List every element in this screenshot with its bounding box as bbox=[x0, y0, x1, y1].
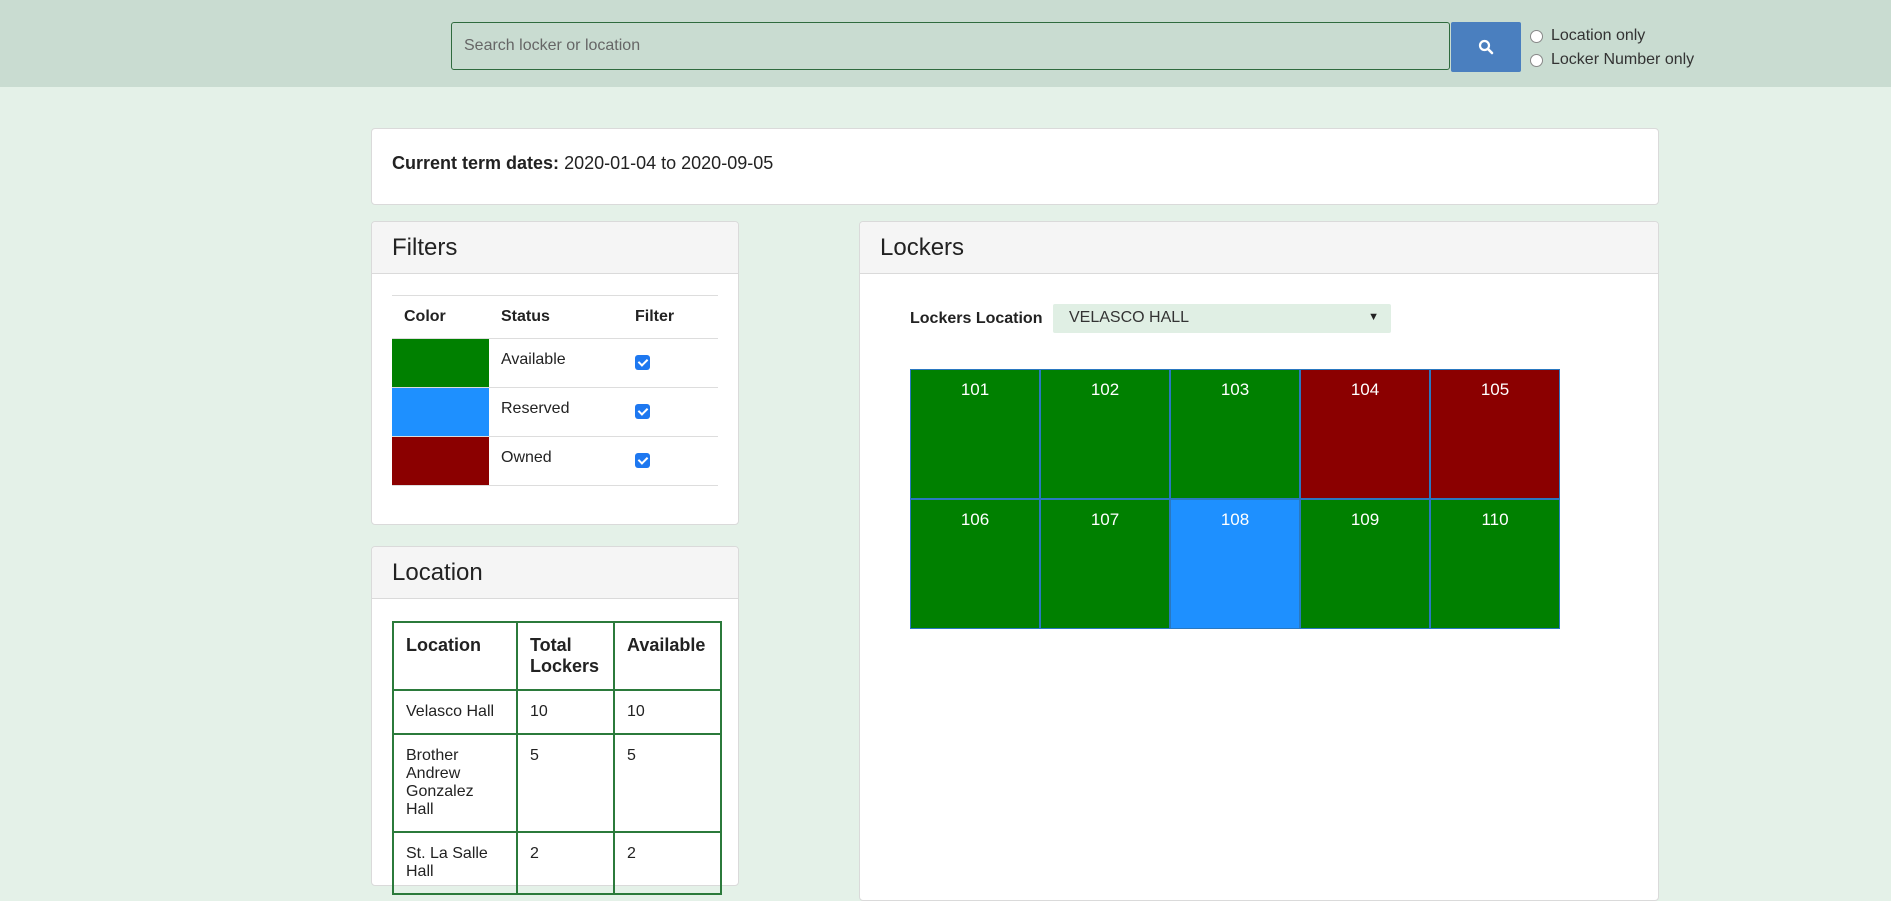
filter-checkbox-owned[interactable] bbox=[635, 453, 650, 468]
total-lockers: 10 bbox=[516, 689, 615, 735]
total-lockers: 5 bbox=[516, 733, 615, 833]
top-search-bar: Location only Locker Number only bbox=[0, 0, 1891, 87]
color-swatch-reserved bbox=[392, 388, 489, 436]
column-header-status: Status bbox=[489, 295, 623, 339]
radio-button[interactable] bbox=[1530, 53, 1543, 67]
chevron-down-icon: ▼ bbox=[1368, 311, 1379, 323]
locker-102[interactable]: 102 bbox=[1040, 369, 1170, 499]
radio-label: Location only bbox=[1551, 27, 1646, 44]
lockers-location-select[interactable]: VELASCO HALL ▼ bbox=[1053, 304, 1391, 333]
lockers-location-label: Lockers Location bbox=[910, 310, 1043, 327]
locker-105[interactable]: 105 bbox=[1430, 369, 1560, 499]
selected-location: VELASCO HALL bbox=[1069, 309, 1190, 326]
locker-101[interactable]: 101 bbox=[910, 369, 1040, 499]
radio-label: Locker Number only bbox=[1551, 51, 1695, 68]
locker-103[interactable]: 103 bbox=[1170, 369, 1300, 499]
status-label: Reserved bbox=[489, 387, 623, 437]
available-count: 10 bbox=[613, 689, 722, 735]
filters-table: Color Status Filter Available Reserved O… bbox=[392, 295, 718, 486]
location-table: Location Total Lockers Available Velasco… bbox=[392, 621, 722, 895]
location-panel: Location Location Total Lockers Availabl… bbox=[371, 546, 739, 895]
filter-row-available: Available bbox=[392, 338, 718, 388]
table-row: St. La Salle Hall 2 2 bbox=[392, 831, 722, 895]
filter-checkbox-available[interactable] bbox=[635, 355, 650, 370]
available-count: 5 bbox=[613, 733, 722, 833]
term-dates-panel: Current term dates: 2020-01-04 to 2020-0… bbox=[371, 128, 1659, 205]
column-header-location: Location bbox=[392, 621, 518, 691]
column-header-color: Color bbox=[392, 295, 489, 339]
lockers-title: Lockers bbox=[860, 222, 1658, 274]
search-button[interactable] bbox=[1451, 22, 1521, 72]
color-swatch-owned bbox=[392, 437, 489, 485]
status-label: Owned bbox=[489, 436, 623, 486]
lockers-panel: Lockers Lockers Location VELASCO HALL ▼ … bbox=[859, 221, 1659, 901]
table-row: Brother Andrew Gonzalez Hall 5 5 bbox=[392, 733, 722, 833]
filter-row-reserved: Reserved bbox=[392, 387, 718, 437]
color-swatch-available bbox=[392, 339, 489, 387]
column-header-total-lockers: Total Lockers bbox=[516, 621, 615, 691]
search-icon bbox=[1478, 39, 1494, 55]
search-mode-options: Location only Locker Number only bbox=[1530, 24, 1694, 72]
available-count: 2 bbox=[613, 831, 722, 895]
filters-panel: Filters Color Status Filter Available Re… bbox=[371, 221, 739, 525]
search-input[interactable] bbox=[451, 22, 1450, 70]
radio-button[interactable] bbox=[1530, 29, 1543, 43]
column-header-filter: Filter bbox=[623, 295, 718, 339]
table-row: Velasco Hall 10 10 bbox=[392, 689, 722, 735]
radio-locker-number-only[interactable]: Locker Number only bbox=[1530, 48, 1694, 72]
locker-104[interactable]: 104 bbox=[1300, 369, 1430, 499]
location-name: Velasco Hall bbox=[392, 689, 518, 735]
location-title: Location bbox=[372, 547, 738, 599]
filters-title: Filters bbox=[372, 222, 738, 274]
locker-108[interactable]: 108 bbox=[1170, 499, 1300, 629]
filter-checkbox-reserved[interactable] bbox=[635, 404, 650, 419]
locker-109[interactable]: 109 bbox=[1300, 499, 1430, 629]
locker-110[interactable]: 110 bbox=[1430, 499, 1560, 629]
column-header-available: Available bbox=[613, 621, 722, 691]
location-name: Brother Andrew Gonzalez Hall bbox=[392, 733, 518, 833]
total-lockers: 2 bbox=[516, 831, 615, 895]
locker-107[interactable]: 107 bbox=[1040, 499, 1170, 629]
filter-row-owned: Owned bbox=[392, 436, 718, 486]
locker-106[interactable]: 106 bbox=[910, 499, 1040, 629]
term-dates-value: 2020-01-04 to 2020-09-05 bbox=[564, 153, 774, 173]
term-dates-label: Current term dates: bbox=[392, 153, 560, 173]
status-label: Available bbox=[489, 338, 623, 388]
radio-location-only[interactable]: Location only bbox=[1530, 24, 1694, 48]
location-name: St. La Salle Hall bbox=[392, 831, 518, 895]
locker-grid: 101 102 103 104 105 106 107 108 109 110 bbox=[910, 369, 1562, 629]
